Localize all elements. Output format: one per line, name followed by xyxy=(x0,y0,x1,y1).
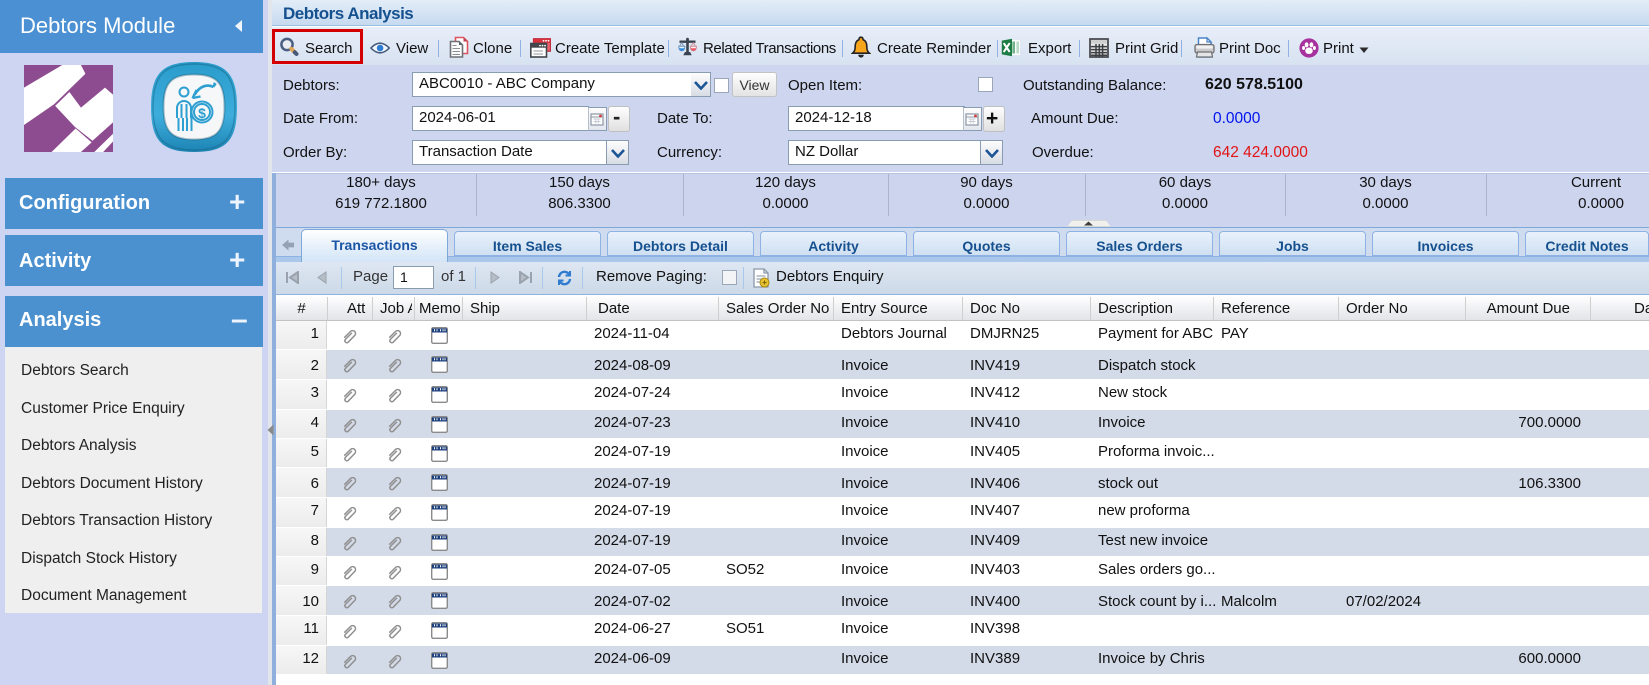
svg-text:$: $ xyxy=(198,105,206,121)
